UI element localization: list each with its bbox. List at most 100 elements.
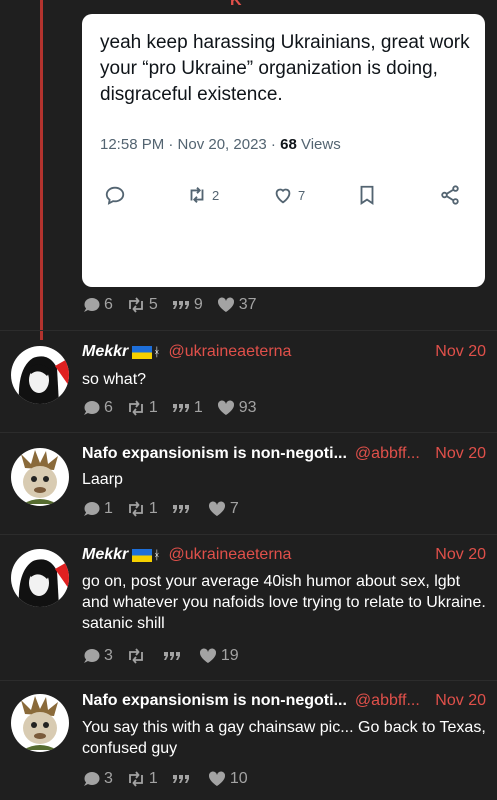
comment-bubble-icon bbox=[82, 400, 100, 416]
retweet-button[interactable]: 2 bbox=[186, 184, 219, 206]
retweet-stat[interactable] bbox=[127, 648, 149, 664]
quote-stat[interactable] bbox=[172, 501, 194, 517]
avatar-nafo[interactable] bbox=[11, 694, 69, 752]
bookmark-icon bbox=[360, 185, 374, 205]
ukraine-flag-icon bbox=[132, 548, 153, 562]
retweet-icon bbox=[127, 400, 145, 416]
avatar-nafo[interactable] bbox=[11, 448, 69, 506]
like-stat[interactable]: 7 bbox=[208, 500, 239, 518]
post-date[interactable]: Nov 20 bbox=[435, 692, 486, 710]
reply-stat[interactable]: 3 bbox=[82, 647, 113, 665]
like-stat[interactable]: 93 bbox=[217, 399, 257, 417]
like-count: 93 bbox=[238, 399, 257, 416]
reply-button[interactable] bbox=[104, 184, 126, 206]
post-date[interactable]: Nov 20 bbox=[435, 445, 486, 463]
like-stat[interactable]: 10 bbox=[208, 770, 248, 788]
retweet-icon bbox=[127, 501, 145, 517]
reply-count: 3 bbox=[104, 647, 113, 664]
author-handle[interactable]: @abbff... bbox=[355, 445, 420, 463]
avatar-image bbox=[11, 448, 69, 506]
author-handle[interactable]: @ukraineaeterna bbox=[168, 343, 291, 361]
avatar-mekkr[interactable] bbox=[11, 346, 69, 404]
quote-icon bbox=[172, 297, 190, 313]
trident-icon: ᚼ bbox=[153, 345, 161, 359]
heart-icon bbox=[217, 400, 235, 416]
reply-stat[interactable]: 1 bbox=[82, 500, 113, 518]
heart-icon bbox=[208, 771, 226, 787]
author-name[interactable]: Mekkr bbox=[82, 343, 128, 361]
thread-line bbox=[40, 0, 43, 340]
reply-count: 1 bbox=[104, 500, 113, 517]
retweet-count: 1 bbox=[148, 500, 158, 517]
quote-stat[interactable] bbox=[163, 648, 185, 664]
retweet-icon bbox=[127, 297, 145, 313]
retweet-count: 1 bbox=[148, 770, 158, 787]
like-count: 19 bbox=[220, 647, 239, 664]
post-text: go on, post your average 40ish humor abo… bbox=[82, 573, 486, 632]
bookmark-button[interactable] bbox=[356, 184, 378, 206]
embedded-tweet-views-count: 68 bbox=[280, 136, 297, 153]
heart-icon bbox=[199, 648, 217, 664]
retweet-stat[interactable]: 5 bbox=[127, 296, 158, 314]
reply-count: 3 bbox=[104, 770, 113, 787]
separator bbox=[0, 534, 497, 535]
post-date[interactable]: Nov 20 bbox=[435, 343, 486, 361]
quote-icon bbox=[172, 771, 190, 787]
quote-icon bbox=[163, 648, 181, 664]
reply-stat[interactable]: 6 bbox=[82, 296, 113, 314]
embedded-tweet-card[interactable]: yeah keep harassing Ukrainians, great wo… bbox=[82, 14, 485, 287]
post-header: Nafo expansionism is non-negoti... @abbf… bbox=[82, 690, 486, 712]
quote-stat[interactable] bbox=[172, 771, 194, 787]
reply-stat[interactable]: 6 bbox=[82, 399, 113, 417]
comment-bubble-icon bbox=[82, 648, 100, 664]
avatar-image bbox=[11, 694, 69, 752]
like-count: 7 bbox=[229, 500, 239, 517]
ukraine-flag-icon bbox=[132, 345, 153, 359]
author-name[interactable]: Nafo expansionism is non-negoti... bbox=[82, 445, 347, 463]
separator bbox=[0, 432, 497, 433]
like-button[interactable]: 7 bbox=[272, 184, 305, 206]
post-stats: 3 1 10 bbox=[82, 770, 262, 788]
embedded-tweet-actions: 2 7 bbox=[82, 184, 485, 214]
trident-icon: ᚼ bbox=[153, 548, 161, 562]
post-header: Mekkr ᚼ @ukraineaeterna Nov 20 bbox=[82, 341, 486, 363]
comment-bubble-icon bbox=[82, 501, 100, 517]
quote-stat[interactable]: 1 bbox=[172, 399, 203, 417]
post-date[interactable]: Nov 20 bbox=[435, 546, 486, 564]
author-handle[interactable]: @abbff... bbox=[355, 692, 420, 710]
post-stats: 1 1 7 bbox=[82, 500, 253, 518]
embedded-tweet-meta: 12:58 PM · Nov 20, 2023 · 68 Views bbox=[100, 136, 341, 153]
like-count: 37 bbox=[238, 296, 257, 313]
author-handle[interactable]: @ukraineaeterna bbox=[168, 546, 291, 564]
quote-icon bbox=[172, 400, 190, 416]
like-stat[interactable]: 37 bbox=[217, 296, 257, 314]
reply-icon bbox=[105, 186, 125, 205]
retweet-icon bbox=[127, 648, 145, 664]
author-name[interactable]: Mekkr bbox=[82, 546, 128, 564]
author-name[interactable]: Nafo expansionism is non-negoti... bbox=[82, 692, 347, 710]
retweet-count: 2 bbox=[212, 187, 220, 203]
retweet-count: 1 bbox=[148, 399, 158, 416]
avatar-mekkr[interactable] bbox=[11, 549, 69, 607]
quote-stat[interactable]: 9 bbox=[172, 296, 203, 314]
retweet-stat[interactable]: 1 bbox=[127, 500, 158, 518]
reply-count: 6 bbox=[104, 296, 113, 313]
embedded-tweet-time: 12:58 PM · Nov 20, 2023 · bbox=[100, 136, 281, 153]
comment-bubble-icon bbox=[82, 771, 100, 787]
quote-icon bbox=[172, 501, 190, 517]
reply-stat[interactable]: 3 bbox=[82, 770, 113, 788]
share-button[interactable] bbox=[439, 184, 461, 206]
quote-count: 1 bbox=[193, 399, 203, 416]
post-text: Laarp bbox=[82, 471, 123, 488]
separator bbox=[0, 330, 497, 331]
like-stat[interactable]: 19 bbox=[199, 647, 239, 665]
top-logo-fragment: K bbox=[230, 0, 242, 9]
embedded-tweet-text: yeah keep harassing Ukrainians, great wo… bbox=[100, 32, 470, 105]
retweet-icon bbox=[127, 771, 145, 787]
retweet-stat[interactable]: 1 bbox=[127, 399, 158, 417]
comment-bubble-icon bbox=[82, 297, 100, 313]
post-header: Mekkr ᚼ @ukraineaeterna Nov 20 bbox=[82, 544, 486, 566]
post-header: Nafo expansionism is non-negoti... @abbf… bbox=[82, 443, 486, 465]
retweet-stat[interactable]: 1 bbox=[127, 770, 158, 788]
post-stats: 6 1 1 93 bbox=[82, 399, 271, 417]
